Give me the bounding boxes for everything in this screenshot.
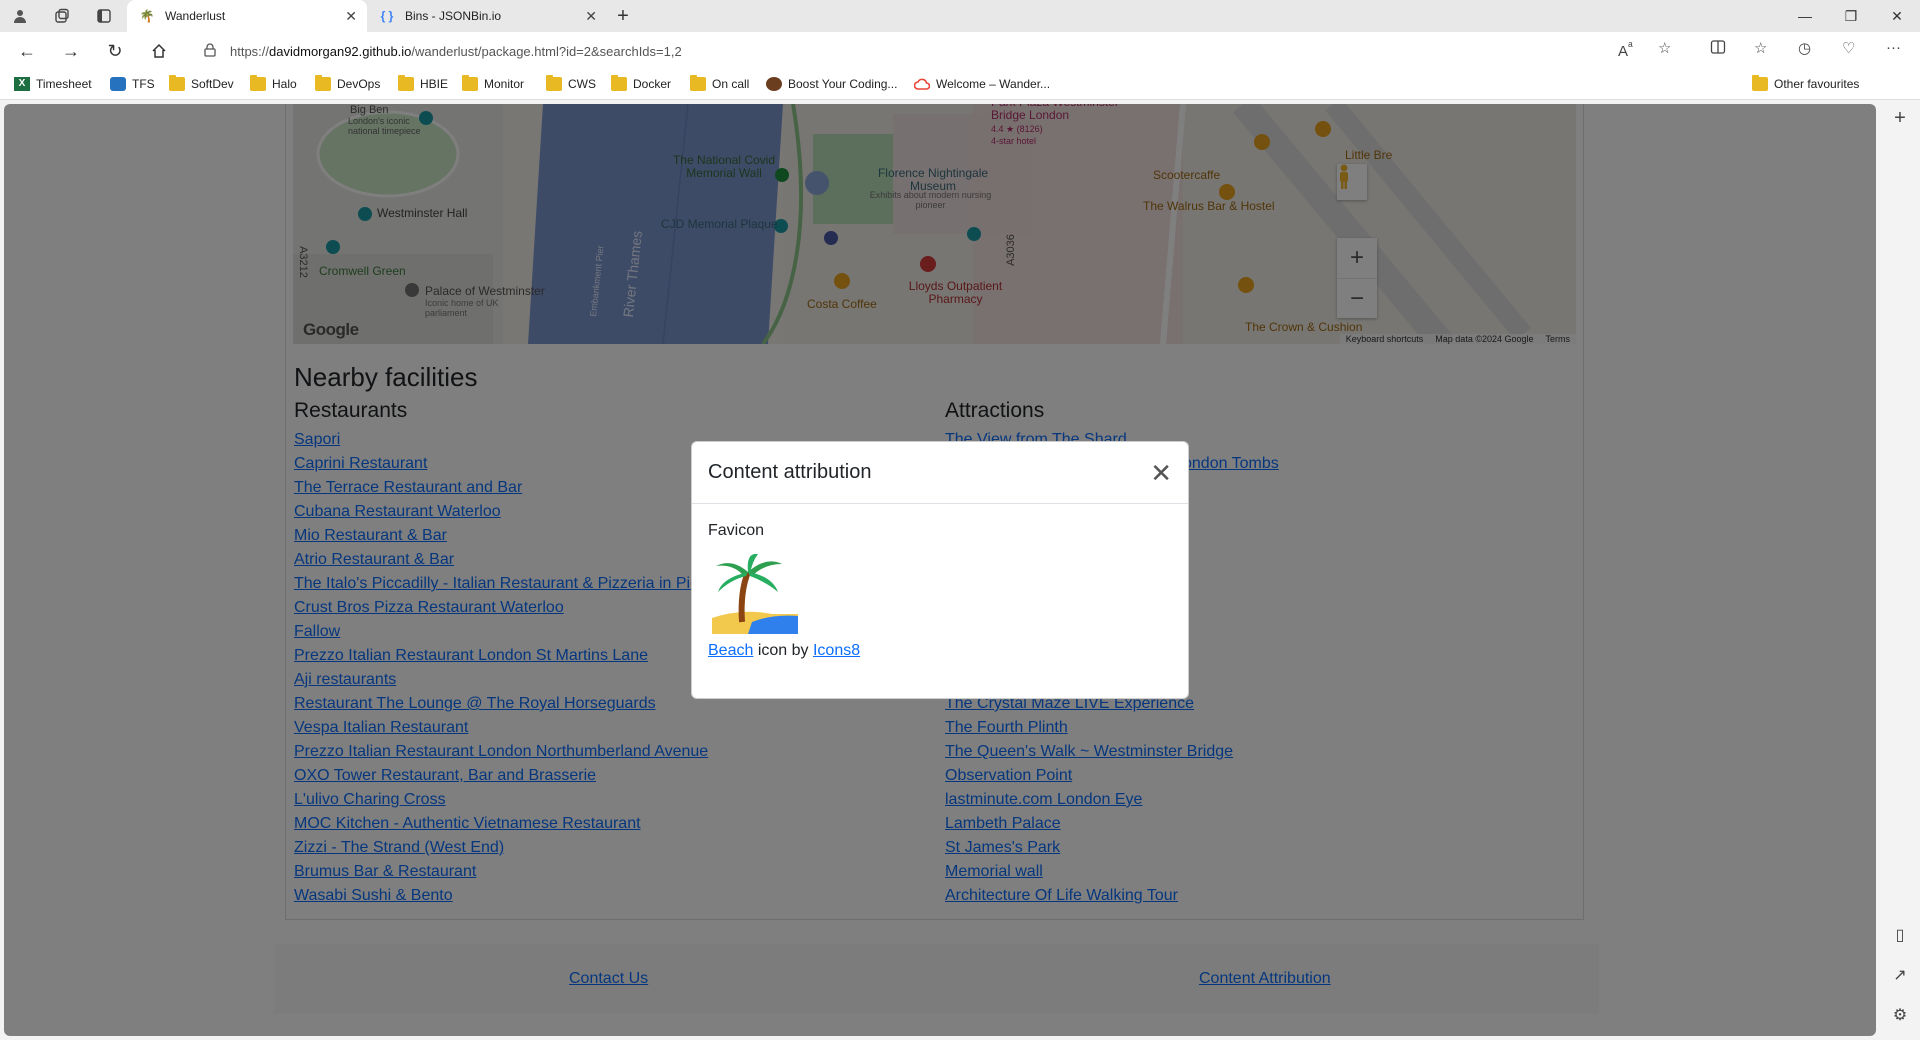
favorite-star-icon[interactable]: ☆ [1658, 39, 1671, 57]
restore-icon[interactable]: ❐ [1828, 0, 1874, 32]
bookmark-boost-coding[interactable]: Boost Your Coding... [766, 77, 897, 91]
url-text: https://davidmorgan92.github.io/wanderlu… [230, 43, 682, 59]
tab-bar: 🌴 Wanderlust ✕ { } Bins - JSONBin.io ✕ +… [0, 0, 1920, 32]
folder-icon [462, 75, 478, 91]
edge-sidebar: + ▯ ↗ ⚙ [1880, 100, 1920, 1040]
read-aloud-icon[interactable]: Aᵃ [1618, 39, 1633, 60]
history-icon[interactable]: ◷ [1798, 39, 1811, 57]
folder-icon [611, 75, 627, 91]
address-toolbar: ← → ↻ https://davidmorgan92.github.io/wa… [0, 32, 1920, 70]
bookmark-halo[interactable]: Halo [250, 75, 297, 91]
tfs-icon [110, 77, 126, 91]
content-attribution-modal: Content attribution ✕ Favicon Beach icon… [691, 441, 1189, 699]
settings-gear-icon[interactable]: ⚙ [1890, 1005, 1910, 1025]
modal-title: Content attribution [708, 461, 872, 483]
beach-palm-icon [712, 552, 798, 634]
more-menu-icon[interactable]: ··· [1886, 39, 1901, 56]
bookmark-welcome-wander[interactable]: Welcome – Wander... [913, 77, 1050, 91]
favorites-icon[interactable]: ☆ [1754, 39, 1767, 57]
bookmark-softdev[interactable]: SoftDev [169, 75, 234, 91]
modal-header: Content attribution ✕ [692, 442, 1188, 504]
bookmark-docker[interactable]: Docker [611, 75, 671, 91]
add-sidebar-icon[interactable]: + [1890, 107, 1910, 129]
bookmark-devops[interactable]: DevOps [315, 75, 380, 91]
excel-icon: X [14, 77, 30, 91]
new-tab-icon[interactable]: + [613, 5, 633, 27]
home-icon[interactable] [147, 39, 171, 63]
bookmark-on-call[interactable]: On call [690, 75, 749, 91]
bookmark-hbie[interactable]: HBIE [398, 75, 448, 91]
bookmark-monitor[interactable]: Monitor [462, 75, 524, 91]
profile-icon[interactable] [10, 6, 30, 26]
forward-icon[interactable]: → [59, 39, 83, 63]
sidebar-panel-icon[interactable]: ▯ [1890, 925, 1910, 945]
close-icon[interactable]: ✕ [1150, 460, 1172, 486]
folder-icon [1752, 75, 1768, 91]
modal-body: Favicon Beach icon by Icons8 [692, 504, 1188, 678]
braces-favicon-icon: { } [380, 9, 394, 23]
minimize-icon[interactable]: — [1782, 0, 1828, 32]
folder-icon [546, 75, 562, 91]
folder-icon [315, 75, 331, 91]
tab-jsonbin[interactable]: { } Bins - JSONBin.io ✕ [367, 0, 607, 32]
bookmark-timesheet[interactable]: X Timesheet [14, 77, 92, 91]
tab-title: Bins - JSONBin.io [405, 9, 502, 23]
folder-icon [250, 75, 266, 91]
external-link-icon[interactable]: ↗ [1890, 965, 1910, 985]
bookmark-cws[interactable]: CWS [546, 75, 596, 91]
split-screen-icon[interactable] [1710, 39, 1726, 59]
palm-favicon-icon: 🌴 [139, 9, 155, 23]
bookmark-other-favourites[interactable]: Other favourites [1752, 75, 1859, 91]
browser-essentials-icon[interactable]: ♡ [1842, 39, 1855, 57]
back-icon[interactable]: ← [15, 39, 39, 63]
folder-icon [398, 75, 414, 91]
lock-icon[interactable] [204, 42, 216, 60]
icons8-link[interactable]: Icons8 [813, 642, 860, 659]
tab-actions-icon[interactable] [94, 6, 114, 26]
beach-link[interactable]: Beach [708, 642, 753, 659]
close-tab-icon[interactable]: ✕ [345, 8, 357, 25]
folder-icon [690, 75, 706, 91]
close-window-icon[interactable]: ✕ [1874, 0, 1920, 32]
workspaces-icon[interactable] [52, 6, 72, 26]
attribution-text: Beach icon by Icons8 [708, 642, 861, 659]
address-bar[interactable]: https://davidmorgan92.github.io/wanderlu… [190, 36, 1685, 66]
tab-wanderlust[interactable]: 🌴 Wanderlust ✕ [127, 0, 367, 32]
close-tab-icon[interactable]: ✕ [585, 8, 597, 25]
folder-icon [169, 75, 185, 91]
coding-icon [766, 77, 782, 91]
tab-title: Wanderlust [165, 9, 226, 23]
favicon-label: Favicon [708, 522, 765, 539]
bookmark-tfs[interactable]: TFS [110, 77, 155, 91]
cloud-icon [913, 77, 931, 91]
refresh-icon[interactable]: ↻ [103, 39, 127, 63]
favorites-bar: X Timesheet TFS SoftDev Halo DevOps HBIE… [0, 70, 1920, 100]
